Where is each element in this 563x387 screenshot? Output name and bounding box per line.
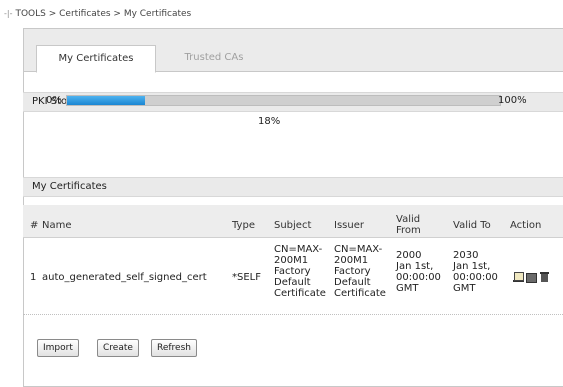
row-actions: [513, 271, 550, 283]
subject-line: 200M1: [274, 255, 309, 266]
issuer-line: CN=MAX-: [334, 244, 383, 255]
column-header-valid-from[interactable]: Valid From: [396, 214, 430, 236]
issuer-line: 200M1: [334, 255, 369, 266]
create-button[interactable]: Create: [97, 339, 139, 357]
valid-from-line: Jan 1st,: [396, 261, 434, 272]
breadcrumb: -|- TOOLS > Certificates > My Certificate…: [4, 9, 191, 19]
certificate-subject: CN=MAX- 200M1 Factory Default Certificat…: [274, 244, 326, 299]
column-header-valid-to[interactable]: Valid To: [453, 220, 491, 231]
subject-line: Factory: [274, 266, 311, 277]
column-header-issuer[interactable]: Issuer: [334, 220, 364, 231]
column-header-type[interactable]: Type: [232, 220, 255, 231]
tab-trusted-cas[interactable]: Trusted CAs: [174, 45, 254, 73]
valid-to-line: GMT: [453, 283, 476, 294]
import-button[interactable]: Import: [37, 339, 79, 357]
issuer-line: Certificate: [334, 288, 386, 299]
certificate-valid-from: 2000 Jan 1st, 00:00:00 GMT: [396, 250, 441, 294]
refresh-button[interactable]: Refresh: [151, 339, 197, 357]
valid-to-line: 00:00:00: [453, 272, 498, 283]
column-header-index: #: [30, 220, 39, 231]
collapse-menu-icon[interactable]: -|-: [4, 9, 12, 18]
column-header-name[interactable]: Name: [42, 220, 72, 231]
certificate-type: *SELF: [232, 272, 261, 283]
issuer-line: Default: [334, 277, 371, 288]
valid-to-line: Jan 1st,: [453, 261, 491, 272]
subject-line: Certificate: [274, 288, 326, 299]
storage-max-label: 100%: [498, 95, 527, 106]
row-divider: [23, 314, 563, 315]
my-certificates-heading: My Certificates: [23, 177, 563, 197]
column-header-action: Action: [510, 220, 542, 231]
certificate-name: auto_generated_self_signed_cert: [42, 272, 207, 283]
storage-used-percent: 18%: [258, 116, 281, 127]
certificate-valid-to: 2030 Jan 1st, 00:00:00 GMT: [453, 250, 498, 294]
tab-bar: My Certificates Trusted CAs: [24, 29, 563, 73]
column-header-subject[interactable]: Subject: [274, 220, 311, 231]
tab-my-certificates[interactable]: My Certificates: [36, 45, 156, 73]
storage-min-label: 0%: [46, 95, 62, 106]
valid-from-line: 00:00:00: [396, 272, 441, 283]
certificate-issuer: CN=MAX- 200M1 Factory Default Certificat…: [334, 244, 386, 299]
subject-line: Default: [274, 277, 311, 288]
valid-to-line: 2030: [453, 250, 479, 261]
row-index: 1: [30, 272, 37, 283]
storage-usage-bar: [66, 95, 501, 106]
storage-usage-fill: [67, 96, 145, 105]
issuer-line: Factory: [334, 266, 371, 277]
edit-icon[interactable]: [513, 271, 524, 282]
valid-from-line: GMT: [396, 283, 419, 294]
delete-icon[interactable]: [539, 271, 550, 282]
subject-line: CN=MAX-: [274, 244, 323, 255]
valid-from-line: 2000: [396, 250, 422, 261]
export-icon[interactable]: [526, 271, 537, 283]
breadcrumb-text: TOOLS > Certificates > My Certificates: [15, 9, 192, 19]
